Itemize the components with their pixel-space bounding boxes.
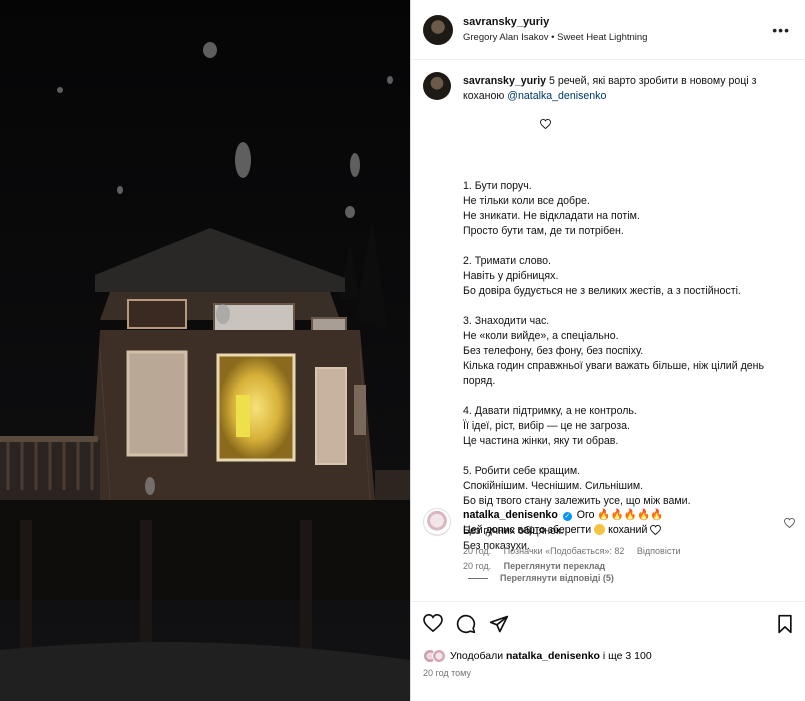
verified-badge-icon: ✓ bbox=[562, 512, 572, 521]
comment-line-2-start: Цей допис варто зберегти bbox=[463, 524, 592, 536]
caption-paragraph-1: 1. Бути поруч. Не тільки коли все добре.… bbox=[463, 180, 640, 237]
post-photo[interactable] bbox=[0, 0, 410, 701]
post-caption: savransky_yuriy 5 речей, які варто зроби… bbox=[423, 72, 795, 574]
comment-like-heart-icon[interactable] bbox=[784, 517, 795, 531]
smiling-face-icon bbox=[594, 524, 606, 535]
caption-paragraph-3: 3. Знаходити час. Не «коли вийде», а спе… bbox=[463, 315, 765, 387]
caption-username[interactable]: savransky_yuriy bbox=[463, 75, 546, 87]
replies-divider bbox=[468, 577, 488, 579]
post-actions: Уподобали natalka_denisenko і ще 3 100 2… bbox=[411, 601, 805, 701]
likes-suffix: і ще 3 100 bbox=[599, 650, 652, 662]
comment-line-2-end: коханий bbox=[605, 524, 651, 536]
heart-icon[interactable] bbox=[423, 613, 443, 637]
liker-avatar bbox=[432, 649, 446, 663]
likes-user-link[interactable]: natalka_denisenko bbox=[506, 650, 600, 662]
caption-time: 20 год. bbox=[463, 561, 492, 571]
caption-author-avatar[interactable] bbox=[423, 72, 451, 100]
commenter-avatar[interactable] bbox=[423, 508, 451, 536]
comments-scroll-area[interactable]: savransky_yuriy 5 речей, які варто зроби… bbox=[411, 60, 805, 601]
caption-paragraph-5: 5. Робити себе кращим. Спокійнішим. Чесн… bbox=[463, 465, 691, 507]
commenter-username[interactable]: natalka_denisenko bbox=[463, 509, 558, 521]
author-username[interactable]: savransky_yuriy bbox=[463, 16, 647, 28]
share-icon[interactable] bbox=[489, 614, 509, 637]
post-timestamp: 20 год тому bbox=[423, 668, 471, 678]
comment-likes-count[interactable]: Позначки «Подобається»: 82 bbox=[504, 546, 625, 556]
likes-prefix: Уподобали bbox=[450, 650, 506, 662]
bookmark-icon[interactable] bbox=[776, 614, 794, 637]
heart-outline-icon bbox=[498, 104, 551, 149]
comment-line-1: Ого 🔥🔥🔥🔥🔥 bbox=[576, 509, 664, 521]
comment-item: natalka_denisenko ✓ Ого 🔥🔥🔥🔥🔥 Цей допис … bbox=[423, 508, 795, 559]
more-horizontal-icon[interactable]: ••• bbox=[772, 22, 790, 38]
likes-summary[interactable]: Уподобали natalka_denisenko і ще 3 100 bbox=[423, 649, 652, 663]
post-details-panel: savransky_yuriy Gregory Alan Isakov • Sw… bbox=[410, 0, 805, 701]
see-translation-button[interactable]: Переглянути переклад bbox=[504, 561, 605, 571]
caption-paragraph-2: 2. Тримати слово. Навіть у дрібницях. Бо… bbox=[463, 255, 741, 297]
reply-button[interactable]: Відповісти bbox=[637, 546, 681, 556]
audio-track-label[interactable]: Gregory Alan Isakov • Sweet Heat Lightni… bbox=[463, 32, 647, 43]
comment-time: 20 год. bbox=[463, 546, 492, 556]
author-avatar[interactable] bbox=[423, 14, 453, 45]
caption-mention-link[interactable]: @natalka_denisenko bbox=[507, 90, 606, 102]
heart-outline-icon bbox=[650, 524, 662, 540]
post-header: savransky_yuriy Gregory Alan Isakov • Sw… bbox=[411, 0, 805, 60]
comment-icon[interactable] bbox=[456, 614, 476, 637]
night-cabin-image bbox=[0, 0, 410, 701]
caption-paragraph-4: 4. Давати підтримку, а не контроль. Її і… bbox=[463, 405, 637, 447]
view-replies-button[interactable]: Переглянути відповіді (5) bbox=[468, 573, 614, 583]
view-replies-label: Переглянути відповіді (5) bbox=[500, 573, 614, 583]
